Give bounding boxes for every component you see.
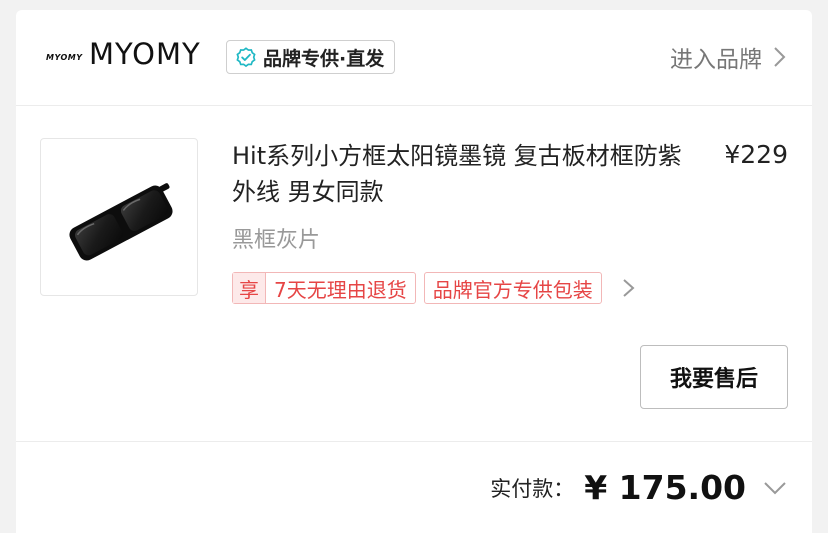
- product-price: ¥229: [724, 140, 788, 169]
- enter-brand-link[interactable]: 进入品牌: [670, 40, 788, 74]
- paid-amount-value: ¥ 175.00: [584, 468, 746, 507]
- store-name[interactable]: MYOMY: [89, 37, 201, 71]
- return-policy-label: 7天无理由退货: [274, 277, 407, 302]
- enjoy-badge: 享: [233, 273, 266, 303]
- store-header: MYOMY MYOMY 品牌专供·直发 进入品牌: [16, 10, 812, 106]
- chevron-down-icon[interactable]: [762, 480, 788, 496]
- divider: [16, 441, 812, 442]
- brand-direct-badge: 品牌专供·直发: [226, 40, 396, 74]
- official-packaging-label: 品牌官方专供包装: [432, 277, 593, 302]
- official-packaging-tag: 品牌官方专供包装: [423, 272, 602, 304]
- product-variant: 黑框灰片: [232, 228, 321, 253]
- chevron-right-icon: [774, 47, 786, 67]
- return-policy-tag: 享 7天无理由退货: [232, 272, 416, 304]
- sunglasses-image: [69, 183, 173, 261]
- after-sale-button[interactable]: 我要售后: [640, 345, 788, 409]
- paid-amount-label: 实付款：: [490, 476, 575, 501]
- order-card: MYOMY MYOMY 品牌专供·直发 进入品牌 Hit系列小方框太阳镜墨镜 复…: [16, 10, 812, 533]
- enter-brand-label: 进入品牌: [670, 47, 762, 73]
- chevron-right-icon[interactable]: [622, 276, 636, 300]
- store-logo: MYOMY: [46, 53, 83, 62]
- product-thumbnail[interactable]: [40, 138, 198, 296]
- payment-summary: 实付款： ¥ 175.00: [490, 468, 788, 507]
- check-circle-icon: [236, 47, 256, 68]
- brand-tag-label: 品牌专供·直发: [263, 47, 385, 70]
- service-tags[interactable]: 享 7天无理由退货 品牌官方专供包装: [232, 272, 636, 304]
- product-title[interactable]: Hit系列小方框太阳镜墨镜 复古板材框防紫外线 男女同款: [232, 138, 692, 210]
